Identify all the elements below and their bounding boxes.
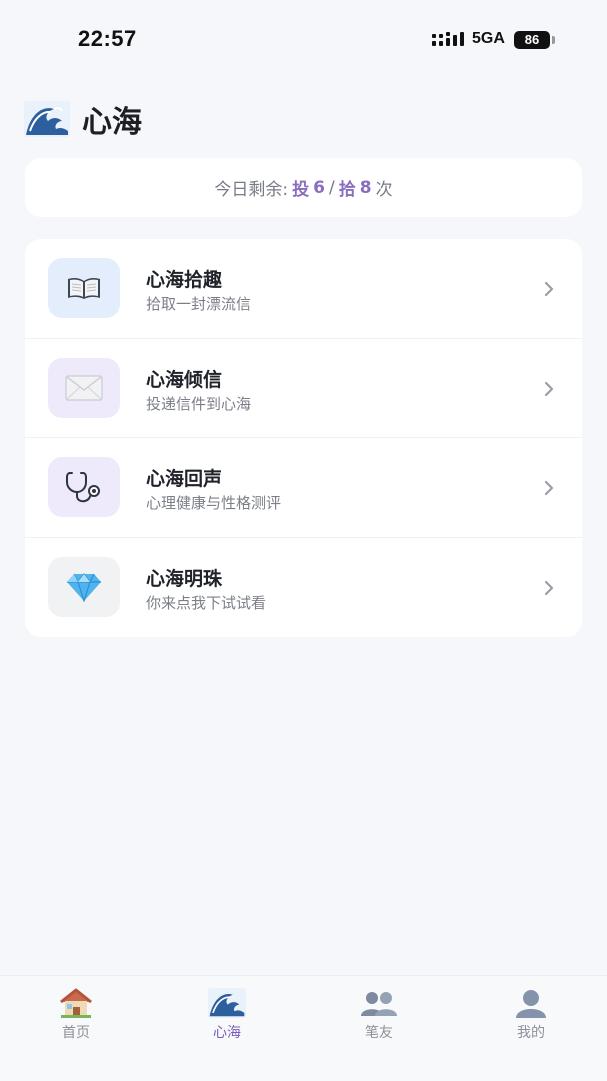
- menu-item-send-letter[interactable]: 心海倾信 投递信件到心海: [25, 339, 582, 438]
- house-icon: [26, 986, 126, 1020]
- icon-box: [48, 357, 120, 418]
- battery-tip: [552, 36, 555, 44]
- feature-menu: 心海拾趣 拾取一封漂流信 心海倾信 投递信件到心海 心海回声 心理健康与性格测评: [25, 239, 582, 637]
- page-title: 心海: [82, 105, 142, 140]
- page-header: 心海: [24, 98, 142, 140]
- quota-suffix: 次: [375, 180, 393, 200]
- menu-item-pick-letter[interactable]: 心海拾趣 拾取一封漂流信: [25, 239, 582, 339]
- icon-box: [48, 258, 120, 318]
- chevron-right-icon: [544, 480, 554, 496]
- icon-box: [48, 556, 120, 617]
- icon-box: [48, 457, 120, 517]
- people-icon: [329, 986, 429, 1020]
- daily-quota-card: 今日剩余: 投 6 / 拾 8 次: [25, 158, 582, 217]
- envelope-icon: [65, 374, 103, 401]
- quota-separator: /: [329, 177, 335, 198]
- stethoscope-icon: [66, 472, 100, 503]
- gem-icon: [67, 572, 101, 602]
- menu-item-subtitle: 心理健康与性格测评: [146, 494, 282, 512]
- menu-item-title: 心海回声: [146, 468, 223, 490]
- menu-item-title: 心海拾趣: [146, 269, 223, 291]
- quota-send-count: 6: [313, 177, 325, 198]
- tab-label: 我的: [517, 1025, 545, 1041]
- status-time: 22:57: [78, 26, 137, 51]
- wave-icon: [177, 986, 277, 1020]
- menu-item-title: 心海明珠: [146, 567, 223, 590]
- bottom-tab-bar: 首页 心海 笔友 我的: [0, 975, 607, 1081]
- menu-item-pearl[interactable]: 心海明珠 你来点我下试试看: [25, 538, 582, 638]
- tab-xinhai[interactable]: 心海: [177, 986, 277, 1046]
- tab-home[interactable]: 首页: [26, 986, 126, 1046]
- chevron-right-icon: [544, 281, 554, 297]
- quota-pick-label: 拾: [338, 180, 356, 200]
- network-type: 5GA: [472, 30, 505, 47]
- open-book-icon: [68, 277, 100, 299]
- wave-icon: [24, 99, 70, 139]
- quota-prefix: 今日剩余:: [214, 180, 289, 200]
- quota-pick-count: 8: [359, 177, 372, 198]
- signal-icon: [432, 32, 464, 46]
- tab-label: 心海: [213, 1025, 241, 1041]
- menu-item-title: 心海倾信: [146, 368, 223, 391]
- menu-item-subtitle: 你来点我下试试看: [146, 593, 267, 612]
- tab-label: 笔友: [365, 1025, 393, 1041]
- person-icon: [481, 986, 581, 1020]
- chevron-right-icon: [544, 381, 554, 396]
- menu-item-echo-test[interactable]: 心海回声 心理健康与性格测评: [25, 438, 582, 538]
- tab-label: 首页: [62, 1025, 90, 1041]
- quota-send-label: 投: [292, 180, 310, 200]
- battery-icon: 86: [514, 31, 550, 49]
- status-bar: 22:57 5GA 86: [0, 0, 607, 80]
- chevron-right-icon: [544, 580, 554, 595]
- menu-item-subtitle: 拾取一封漂流信: [146, 295, 252, 313]
- tab-mine[interactable]: 我的: [481, 986, 581, 1046]
- tab-penpals[interactable]: 笔友: [329, 986, 429, 1046]
- menu-item-subtitle: 投递信件到心海: [146, 394, 252, 413]
